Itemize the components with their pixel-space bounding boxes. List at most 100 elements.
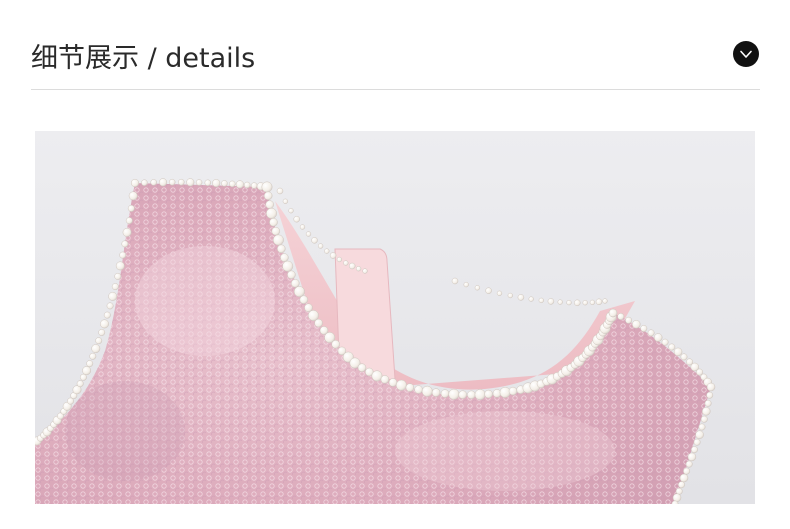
pearl-bead: [277, 244, 286, 254]
pearl-bead: [528, 296, 534, 302]
pearl-bead: [271, 226, 281, 236]
fabric-highlight: [135, 246, 275, 356]
pearl-bead: [485, 287, 492, 294]
pearl-bead: [693, 438, 701, 446]
pearl-bead: [582, 300, 588, 306]
pearl-bead: [625, 316, 633, 324]
pearl-bead: [95, 337, 103, 345]
pearl-bead: [700, 415, 708, 423]
fabric-highlight: [395, 411, 615, 491]
pearl-bead: [121, 240, 129, 248]
pearl-bead: [250, 182, 258, 189]
pearl-bead: [158, 178, 168, 187]
pearl-bead: [76, 380, 84, 388]
pearl-bead: [299, 224, 306, 230]
pearl-bead: [280, 253, 289, 262]
pearl-bead: [574, 299, 581, 307]
pearl-bead: [362, 268, 368, 274]
pearl-bead: [212, 179, 221, 188]
dress-detail-illustration: [35, 131, 755, 504]
pearl-bead: [589, 299, 596, 306]
pearl-bead: [507, 292, 513, 299]
pearl-bead: [329, 252, 337, 259]
pearl-bead: [115, 261, 125, 271]
pearl-bead: [702, 407, 711, 416]
pearl-bead: [395, 379, 407, 391]
pearl-bead: [89, 352, 97, 360]
pearl-bead: [617, 313, 625, 320]
pearl-bead: [467, 390, 476, 400]
expand-toggle-button[interactable]: [733, 41, 759, 67]
pearl-bead: [538, 297, 544, 304]
pearl-bead: [431, 388, 441, 397]
pearl-bead: [496, 290, 503, 296]
pearl-bead: [687, 452, 697, 462]
pearl-bead: [380, 375, 390, 384]
pearl-bead: [388, 378, 398, 387]
pearl-bead: [122, 227, 132, 237]
pearl-bead: [266, 207, 277, 219]
fabric-shadow: [65, 381, 185, 481]
pearl-bead: [706, 382, 716, 392]
pearl-bead: [557, 299, 563, 305]
pearl-bead: [405, 383, 415, 392]
pearl-bead: [336, 256, 343, 263]
pearl-bead: [355, 266, 362, 272]
pearl-bead: [282, 260, 294, 272]
pearl-bead: [668, 343, 676, 351]
pearl-bead: [282, 198, 289, 204]
pearl-bead: [357, 363, 367, 372]
pearl-bead: [229, 180, 236, 188]
pearl-bead: [653, 333, 663, 342]
pearl-bead: [608, 308, 618, 318]
pearl-bead: [508, 386, 518, 396]
pearl-bead: [276, 187, 284, 195]
pearl-bead: [299, 295, 309, 304]
pearl-bead: [678, 481, 685, 489]
pearl-bead: [566, 299, 572, 306]
pearl-bead: [168, 178, 176, 186]
pearl-bead: [98, 329, 106, 336]
pearl-bead: [706, 391, 714, 399]
pearl-bead: [474, 285, 481, 291]
pearl-bead: [463, 281, 469, 288]
pearl-bead: [640, 325, 648, 332]
pearl-bead: [647, 329, 655, 337]
pearl-bead: [421, 385, 433, 397]
pearl-bead: [602, 298, 608, 304]
pearl-bead: [79, 373, 87, 381]
pearl-bead: [178, 178, 185, 186]
pearl-bead: [125, 217, 133, 225]
pearl-bead: [91, 344, 101, 354]
pearl-bead: [661, 338, 669, 346]
pearl-bead: [683, 467, 691, 475]
pearl-bead: [127, 204, 135, 212]
pearl-bead: [119, 251, 127, 259]
pearl-bead: [311, 237, 318, 244]
pearl-bead: [186, 178, 195, 187]
pearl-bead: [679, 473, 689, 483]
pearl-bead: [221, 180, 228, 187]
pearl-bead: [235, 180, 244, 189]
pearl-bead: [128, 191, 138, 201]
pearl-bead: [293, 286, 305, 298]
pearl-bead: [86, 360, 94, 368]
pearl-bead: [451, 277, 459, 285]
pearl-bead: [448, 388, 460, 400]
pearl-bead: [243, 181, 251, 189]
pearl-bead: [111, 283, 119, 291]
pearl-bead: [269, 218, 278, 227]
pearl-bead: [673, 347, 683, 357]
pearl-bead: [100, 319, 109, 329]
pearl-bead: [82, 366, 92, 376]
pearl-bead: [106, 302, 114, 310]
pearl-bead: [307, 310, 319, 321]
pearl-bead: [632, 320, 641, 329]
chevron-down-icon: [740, 50, 752, 58]
pearl-bead: [130, 178, 140, 188]
pearl-bead: [458, 390, 467, 399]
pearl-bead: [371, 370, 383, 382]
pearl-bead: [474, 389, 486, 401]
pearl-bead: [141, 179, 148, 186]
pearl-bead: [499, 386, 511, 398]
